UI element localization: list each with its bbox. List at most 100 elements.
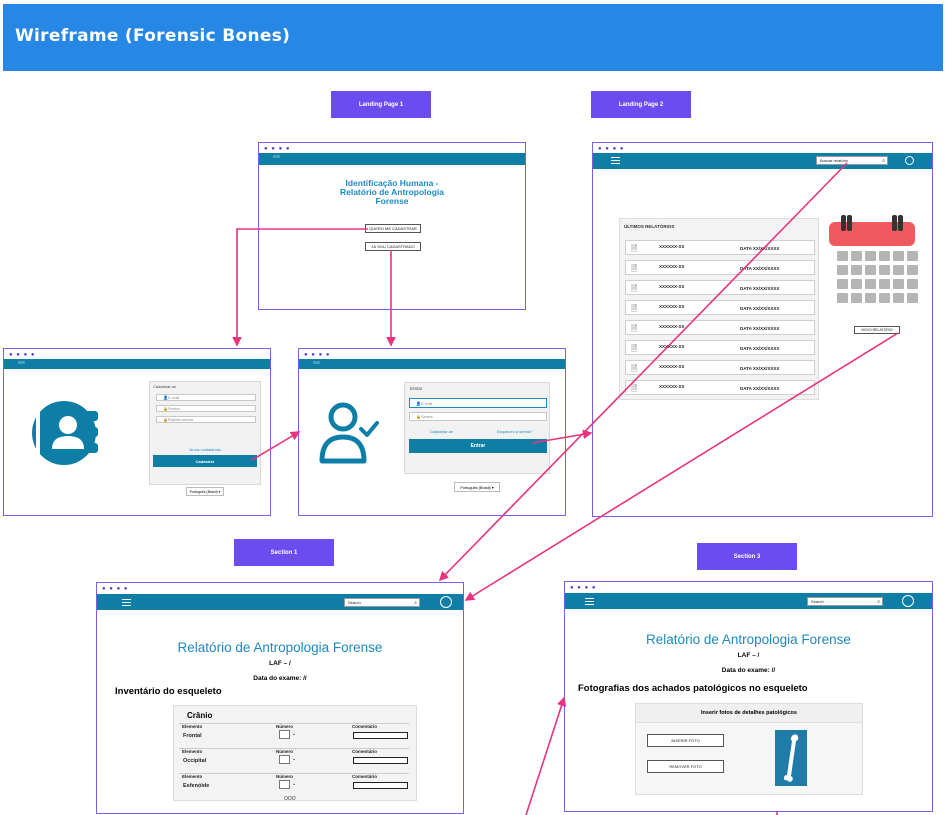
profile-icon[interactable] — [905, 156, 914, 165]
calendar-day-cell — [907, 293, 918, 303]
remove-photo-button[interactable]: REMOVER FOTO — [647, 760, 724, 773]
calendar-day-cell — [879, 279, 890, 289]
document-icon: 🗎 — [631, 304, 638, 313]
report-name: XXXXXX-XX — [659, 344, 685, 349]
report-row[interactable]: 🗎 XXXXXX-XX DATA XX/XX/XXXX — [625, 300, 815, 315]
search-input[interactable]: Search ⌕ — [344, 598, 420, 607]
tag-section-3: Section 3 — [697, 543, 797, 570]
register-button[interactable]: QUERO ME CADASTRAR — [365, 224, 421, 233]
element-name: Esfenóide — [183, 783, 210, 789]
report-row[interactable]: 🗎 XXXXXX-XX DATA XX/XX/XXXX — [625, 380, 815, 395]
chevron-down-icon[interactable]: ⌄ — [292, 731, 296, 737]
comment-input[interactable] — [353, 782, 408, 789]
document-icon: 🗎 — [631, 284, 638, 293]
report-row[interactable]: 🗎 XXXXXX-XX DATA XX/XX/XXXX — [625, 320, 815, 335]
search-input[interactable]: Buscar relatório ⌕ — [816, 156, 888, 165]
element-name: Occipital — [183, 758, 207, 764]
report-name: XXXXXX-XX — [659, 244, 685, 249]
column-number-header: Número — [276, 724, 294, 729]
user-check-icon — [319, 402, 379, 464]
tag-landing-page-1: Landing Page 1 — [331, 91, 431, 118]
column-number-header: Número — [276, 749, 294, 754]
calendar-day-cell — [907, 265, 918, 275]
column-element-header: Elemento — [182, 749, 203, 754]
insert-photo-button[interactable]: INSERIR FOTO — [647, 734, 724, 747]
exam-date-label: Data do exame: // — [253, 675, 307, 682]
column-comment-header: Comentário — [352, 724, 378, 729]
landing-page-2-frame: ● ● ● ● Buscar relatório ⌕ ÚLTIMOS RELAT… — [592, 142, 933, 517]
already-registered-link[interactable]: Já sou cadastrado — [150, 447, 260, 452]
email-field[interactable]: 👤 E-mail — [156, 394, 256, 401]
skull-table-panel: Crânio Elemento Número Comentário Frontal ⌄ E… — [173, 705, 417, 801]
report-date: DATA XX/XX/XXXX — [740, 266, 780, 271]
report-date: DATA XX/XX/XXXX — [740, 366, 780, 371]
password-field[interactable]: 🔒 Senha — [409, 412, 547, 421]
search-input[interactable]: Search ⌕ — [807, 597, 883, 606]
menu-icon[interactable] — [122, 599, 131, 606]
top-bar: Search ⌕ — [565, 593, 932, 609]
landing-page-1-frame: ● ● ● ● ≡≡≡ Identificação Humana - Relat… — [258, 142, 526, 310]
report-row[interactable]: 🗎 XXXXXX-XX DATA XX/XX/XXXX — [625, 340, 815, 355]
document-icon: 🗎 — [631, 244, 638, 253]
password-field[interactable]: 🔒 Senha — [156, 405, 256, 412]
landing-title: Identificação Humana - Relatório de Antr… — [339, 178, 445, 206]
chevron-down-icon[interactable]: ⌄ — [292, 756, 296, 762]
report-date: DATA XX/XX/XXXX — [740, 246, 780, 251]
menu-icon[interactable] — [585, 598, 594, 605]
section-1-frame: ● ● ● ● Search ⌕ Relatório de Antropolog… — [96, 582, 464, 814]
calendar-day-cell — [879, 293, 890, 303]
language-select[interactable]: Português (Brasil) ▾ — [454, 482, 500, 492]
report-row[interactable]: 🗎 XXXXXX-XX DATA XX/XX/XXXX — [625, 240, 815, 255]
photos-panel-title: Inserir fotos de detalhes patológicos — [636, 704, 862, 723]
calendar-day-cell — [865, 251, 876, 261]
document-icon: 🗎 — [631, 364, 638, 373]
menu-icon[interactable] — [611, 157, 620, 164]
tag-landing-page-2: Landing Page 2 — [591, 91, 691, 118]
report-row[interactable]: 🗎 XXXXXX-XX DATA XX/XX/XXXX — [625, 280, 815, 295]
repeat-password-field[interactable]: 🔒 Repetir senha — [156, 416, 256, 423]
login-page-frame: ● ● ● ● ≡≡≡ Entrar 👤 E-mail 🔒 Senha Cada… — [298, 348, 566, 516]
email-field[interactable]: 👤 E-mail — [409, 398, 547, 408]
tag-section-1: Section 1 — [234, 539, 334, 566]
reports-panel: ÚLTIMOS RELATÓRIOS 🗎 XXXXXX-XX DATA XX/XX/… — [619, 218, 819, 400]
report-row[interactable]: 🗎 XXXXXX-XX DATA XX/XX/XXXX — [625, 360, 815, 375]
report-name: XXXXXX-XX — [659, 284, 685, 289]
search-icon[interactable]: ⌕ — [414, 600, 417, 606]
number-select[interactable] — [279, 730, 290, 739]
language-select[interactable]: Português (Brasil) ▾ — [186, 487, 224, 496]
more-indicator: OOO — [284, 796, 296, 802]
forgot-password-link[interactable]: Esqueceu a senha? — [497, 429, 532, 434]
login-panel: Entrar 👤 E-mail 🔒 Senha Cadastrar-se Esq… — [404, 382, 550, 474]
report-date: DATA XX/XX/XXXX — [740, 326, 780, 331]
calendar-day-cell — [851, 279, 862, 289]
report-row[interactable]: 🗎 XXXXXX-XX DATA XX/XX/XXXX — [625, 260, 815, 275]
section-3-frame: ● ● ● ● Search ⌕ Relatório de Antropolog… — [564, 581, 933, 812]
login-button[interactable]: JÁ SOU CADASTRADO — [365, 242, 421, 251]
new-report-button[interactable]: NOVO RELATÓRIO — [854, 326, 900, 334]
number-select[interactable] — [279, 755, 290, 764]
window-dots: ● ● ● ● — [264, 146, 291, 152]
search-icon[interactable]: ⌕ — [882, 158, 885, 164]
pathology-photos-heading: Fotografias dos achados patológicos no e… — [578, 683, 808, 694]
document-icon: 🗎 — [631, 384, 638, 393]
window-dots: ● ● ● ● — [570, 585, 597, 591]
comment-input[interactable] — [353, 757, 408, 764]
profile-icon[interactable] — [902, 595, 914, 607]
login-submit-button[interactable]: Entrar — [409, 439, 547, 453]
calendar-day-cell — [879, 265, 890, 275]
register-page-frame: ● ● ● ● ≡≡≡ Cadastrar-se 👤 E-mail 🔒 Senh… — [3, 348, 271, 516]
document-icon: 🗎 — [631, 344, 638, 353]
comment-input[interactable] — [353, 732, 408, 739]
calendar-day-cell — [893, 293, 904, 303]
number-select[interactable] — [279, 780, 290, 789]
top-bar: Search ⌕ — [97, 594, 463, 610]
profile-icon[interactable] — [440, 596, 452, 608]
column-element-header: Elemento — [182, 724, 203, 729]
laf-label: LAF – / — [737, 652, 760, 659]
register-link[interactable]: Cadastrar-se — [430, 429, 453, 434]
login-panel-title: Entrar — [410, 386, 423, 391]
report-date: DATA XX/XX/XXXX — [740, 306, 780, 311]
search-icon[interactable]: ⌕ — [877, 599, 880, 605]
chevron-down-icon[interactable]: ⌄ — [292, 781, 296, 787]
register-submit-button[interactable]: Cadastrar — [153, 455, 257, 467]
